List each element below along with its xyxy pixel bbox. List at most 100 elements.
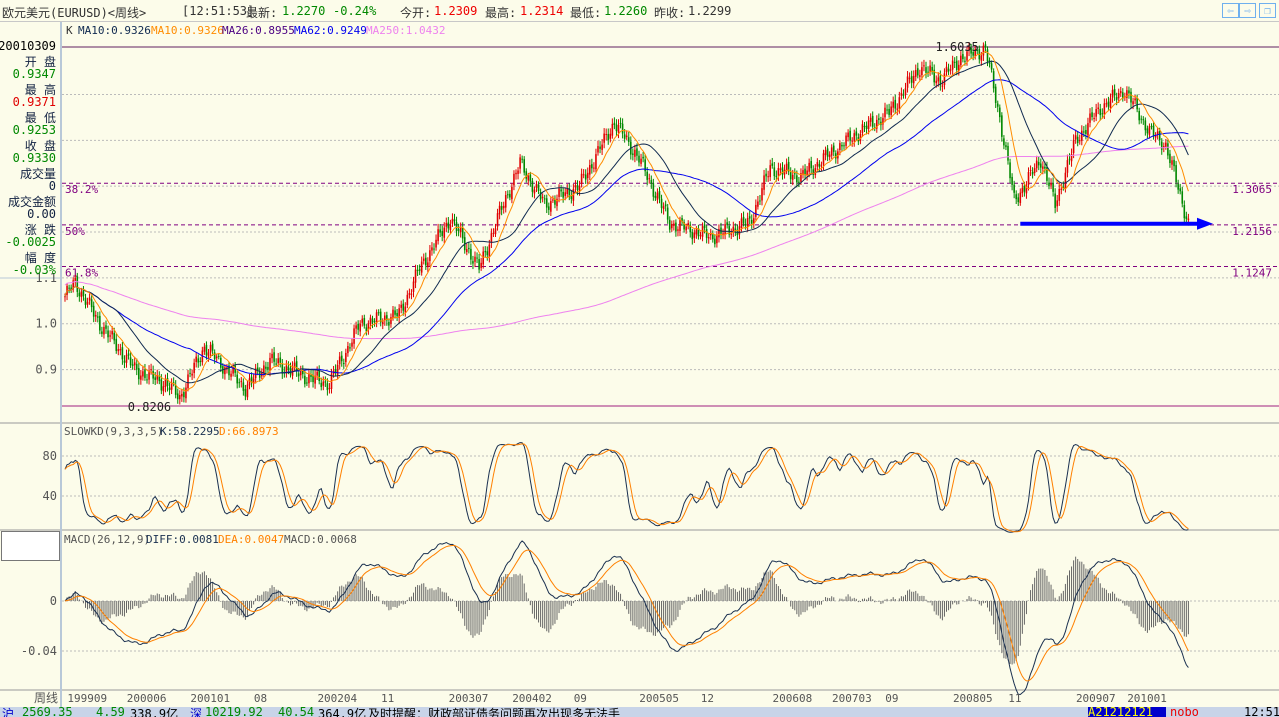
candle-body — [830, 147, 833, 156]
candle-body — [326, 383, 329, 391]
candle-body — [240, 380, 243, 383]
x-tick-label: 09 — [574, 692, 587, 705]
candle-body — [275, 363, 277, 365]
candle-body — [1064, 172, 1067, 189]
candle-body — [537, 184, 540, 192]
candle-body — [984, 44, 987, 48]
candle-body — [929, 65, 931, 72]
candle-body — [306, 382, 308, 384]
candle-body — [408, 293, 411, 295]
candle-body — [529, 174, 532, 182]
fib-value: 1.2156 — [1232, 225, 1272, 238]
candle-body — [640, 158, 642, 164]
candle-body — [878, 118, 880, 120]
candle-body — [650, 179, 653, 184]
candle-body — [595, 154, 597, 170]
kd-title: SLOWKD(9,3,3,5) — [64, 425, 163, 438]
candle-body — [1027, 171, 1030, 186]
candle-body — [917, 68, 919, 76]
fib-label: 61.8% — [65, 267, 98, 280]
candle-body — [1017, 197, 1020, 203]
candle-body — [636, 148, 638, 156]
candle-body — [1144, 120, 1147, 131]
candle-body — [847, 132, 849, 138]
candle-body — [1099, 108, 1102, 116]
candle-body — [1181, 191, 1184, 204]
candle-body — [666, 207, 669, 220]
candle-body — [597, 146, 599, 153]
candle-body — [109, 335, 111, 337]
candle-body — [1081, 130, 1083, 141]
candle-body — [605, 134, 607, 136]
candle-body — [324, 381, 327, 383]
candle-body — [705, 229, 708, 238]
candle-body — [769, 165, 771, 178]
candle-body — [144, 369, 146, 378]
candle-body — [796, 175, 798, 183]
candle-body — [623, 134, 626, 139]
shenzhen-amount: 364.9亿 — [318, 707, 367, 717]
candle-body — [1167, 143, 1169, 156]
candle-body — [845, 135, 847, 146]
candle-body — [964, 60, 966, 62]
candle-body — [297, 373, 300, 377]
candle-body — [392, 309, 394, 318]
candle-body — [357, 323, 359, 330]
candle-body — [1132, 101, 1134, 105]
candle-body — [437, 229, 439, 242]
candle-body — [531, 180, 534, 192]
candle-body — [1060, 188, 1063, 190]
candle-body — [119, 349, 122, 351]
candle-body — [406, 294, 409, 306]
candle-body — [328, 387, 331, 389]
ma-legend-item: MA10:0.9326 — [151, 24, 224, 37]
candle-body — [675, 222, 677, 232]
candle-body — [1005, 145, 1007, 148]
candle-body — [64, 296, 66, 298]
candle-body — [146, 379, 148, 381]
candle-body — [496, 213, 499, 227]
candle-body — [248, 378, 251, 386]
high-value: 0.9371 — [12, 95, 56, 109]
candle-body — [646, 171, 648, 180]
candle-body — [955, 60, 958, 70]
candle-body — [603, 133, 605, 143]
news-ticker[interactable]: 及时提醒：财政部证债务问题再次出现多无法手 — [368, 707, 620, 717]
candle-body — [131, 364, 134, 366]
candle-body — [427, 262, 429, 268]
candle-body — [435, 239, 437, 248]
candle-body — [304, 375, 306, 385]
candle-body — [1003, 138, 1005, 146]
alert-ticker[interactable]: A21212121 — [1088, 707, 1166, 717]
candle-body — [742, 216, 745, 224]
candle-body — [480, 262, 482, 268]
x-tick-label: 200805 — [953, 692, 993, 705]
fib-value: 1.3065 — [1232, 183, 1272, 196]
candle-body — [1074, 135, 1077, 140]
candle-body — [404, 306, 407, 313]
candle-body — [265, 366, 267, 369]
candle-body — [459, 227, 462, 233]
candle-body — [779, 168, 782, 170]
candle-body — [634, 149, 636, 157]
candle-body — [691, 232, 694, 240]
candle-body — [472, 261, 474, 264]
candle-body — [207, 352, 210, 357]
chart-canvas[interactable]: 1.11.00.938.2% 1.306550% 1.215661.8% 1.1247… — [0, 0, 1279, 707]
candle-body — [1142, 119, 1145, 121]
candle-body — [388, 321, 390, 326]
candle-body — [340, 355, 343, 362]
candle-body — [443, 227, 446, 238]
candle-body — [543, 198, 546, 200]
candle-body — [648, 178, 651, 180]
candle-body — [693, 232, 696, 238]
candle-body — [482, 251, 484, 265]
candle-body — [213, 352, 216, 360]
candle-body — [525, 171, 528, 179]
candle-body — [285, 365, 288, 373]
candle-body — [925, 67, 927, 73]
candle-body — [947, 68, 950, 72]
candle-body — [80, 291, 83, 298]
candle-body — [97, 316, 99, 318]
candle-body — [451, 218, 454, 224]
